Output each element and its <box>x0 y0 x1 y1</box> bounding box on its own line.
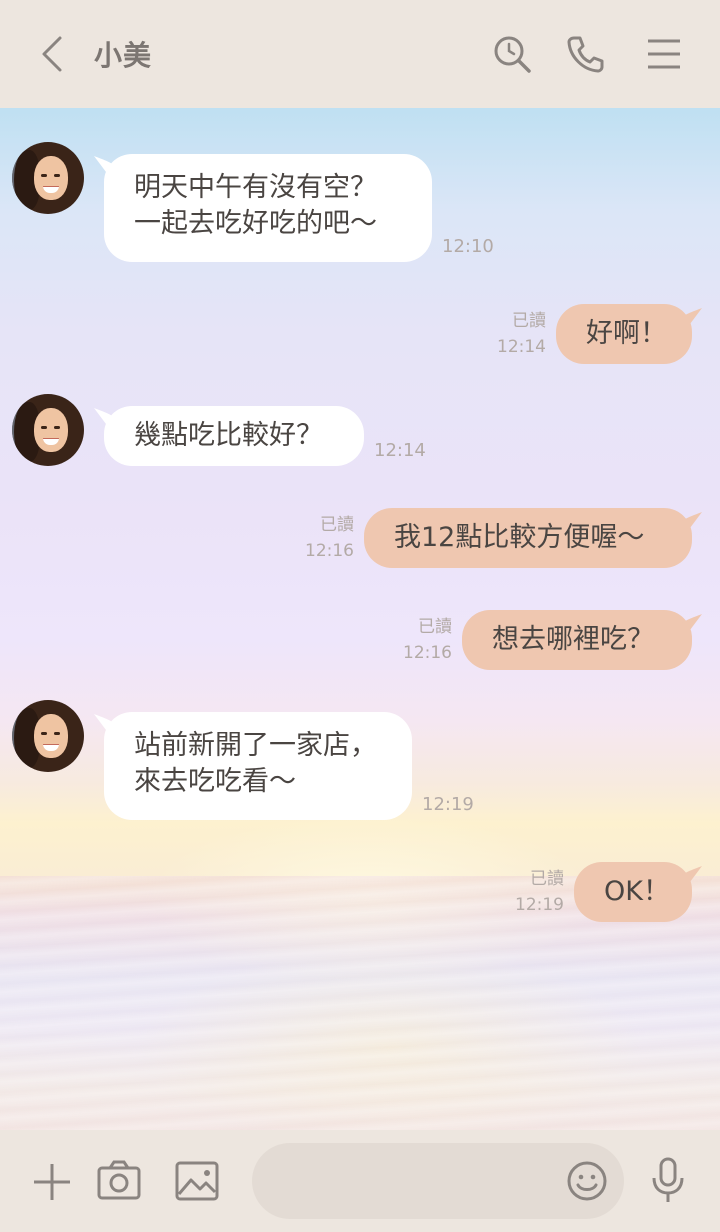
chat-area[interactable]: 明天中午有沒有空？ 一起去吃好吃的吧～ 12:10 已讀 12:14 好啊！ 幾點… <box>0 108 720 1130</box>
message-time: 12:14 <box>374 440 426 461</box>
bubble-tail <box>676 512 702 528</box>
contact-avatar[interactable] <box>12 142 84 214</box>
read-receipt: 已讀 12:16 <box>403 617 452 663</box>
message-bubble-incoming[interactable]: 站前新開了一家店， 來去吃吃看～ <box>104 712 412 820</box>
read-receipt: 已讀 12:19 <box>515 869 564 915</box>
message-bubble-outgoing[interactable]: 想去哪裡吃？ <box>462 610 692 670</box>
search-icon[interactable] <box>492 34 532 74</box>
message-time: 12:10 <box>442 236 494 257</box>
message-bubble-outgoing[interactable]: 好啊！ <box>556 304 692 364</box>
back-icon[interactable] <box>36 34 68 74</box>
bubble-tail <box>676 308 702 324</box>
microphone-icon[interactable] <box>650 1156 686 1206</box>
chat-title: 小美 <box>94 39 153 72</box>
camera-icon[interactable] <box>96 1158 142 1202</box>
message-bubble-incoming[interactable]: 明天中午有沒有空？ 一起去吃好吃的吧～ <box>104 154 432 262</box>
image-icon[interactable] <box>174 1160 220 1202</box>
bubble-tail <box>676 614 702 630</box>
message-composer <box>0 1130 720 1232</box>
message-time: 12:19 <box>422 794 474 815</box>
menu-icon[interactable] <box>646 38 682 70</box>
chat-header: 小美 <box>0 0 720 108</box>
contact-avatar[interactable] <box>12 394 84 466</box>
phone-icon[interactable] <box>566 34 606 74</box>
message-bubble-incoming[interactable]: 幾點吃比較好？ <box>104 406 364 466</box>
bubble-tail <box>676 866 702 882</box>
contact-avatar[interactable] <box>12 700 84 772</box>
read-receipt: 已讀 12:16 <box>305 515 354 561</box>
plus-icon[interactable] <box>30 1160 74 1204</box>
emoji-icon[interactable] <box>566 1160 608 1202</box>
message-bubble-outgoing[interactable]: 我12點比較方便喔～ <box>364 508 692 568</box>
read-receipt: 已讀 12:14 <box>497 311 546 357</box>
